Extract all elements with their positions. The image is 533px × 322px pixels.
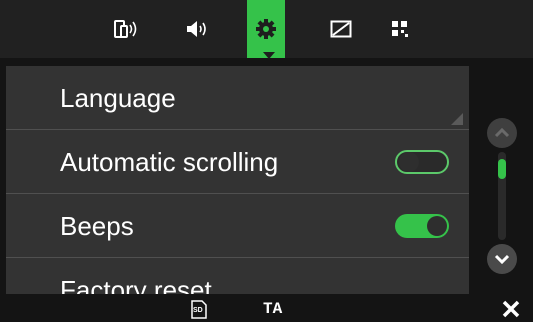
toggle-knob xyxy=(399,152,419,172)
tab-settings[interactable] xyxy=(247,0,285,58)
close-button[interactable] xyxy=(496,296,526,322)
settings-row-automatic-scrolling[interactable]: Automatic scrolling xyxy=(6,130,469,194)
scroll-thumb[interactable] xyxy=(498,159,506,179)
display-brightness-icon xyxy=(330,20,352,38)
gear-icon xyxy=(256,19,276,39)
device-signal-icon xyxy=(114,20,137,38)
settings-row-factory-reset[interactable]: Factory reset xyxy=(6,258,469,294)
toggle-knob xyxy=(427,216,447,236)
grid-apps-icon xyxy=(392,21,408,37)
beeps-label: Beeps xyxy=(60,211,134,241)
ta-indicator: TA xyxy=(263,300,283,318)
scroll-track[interactable] xyxy=(498,152,506,240)
beeps-toggle[interactable] xyxy=(395,214,449,238)
scroll-up-button[interactable] xyxy=(487,118,517,148)
tab-sound[interactable] xyxy=(179,0,217,58)
tab-device[interactable] xyxy=(109,0,147,58)
close-icon xyxy=(502,300,520,318)
automatic-scrolling-toggle[interactable] xyxy=(395,150,449,174)
tab-apps[interactable] xyxy=(381,0,419,58)
chevron-up-icon xyxy=(494,128,510,138)
submenu-corner-icon xyxy=(451,113,463,125)
bottom-status-bar: SD TA xyxy=(0,296,533,322)
vertical-scrollbar[interactable] xyxy=(480,118,524,278)
top-toolbar xyxy=(0,0,533,59)
settings-row-language[interactable]: Language xyxy=(6,66,469,130)
settings-row-beeps[interactable]: Beeps xyxy=(6,194,469,258)
tab-display[interactable] xyxy=(322,0,360,58)
active-tab-indicator xyxy=(263,52,275,59)
speaker-volume-icon xyxy=(187,21,206,37)
language-label: Language xyxy=(60,83,176,113)
sd-card-label: SD xyxy=(193,307,203,314)
automatic-scrolling-label: Automatic scrolling xyxy=(60,147,279,177)
factory-reset-label: Factory reset xyxy=(60,275,212,294)
settings-list: Language Automatic scrolling Beeps Facto… xyxy=(6,66,469,294)
chevron-down-icon xyxy=(494,254,510,264)
scroll-down-button[interactable] xyxy=(487,244,517,274)
